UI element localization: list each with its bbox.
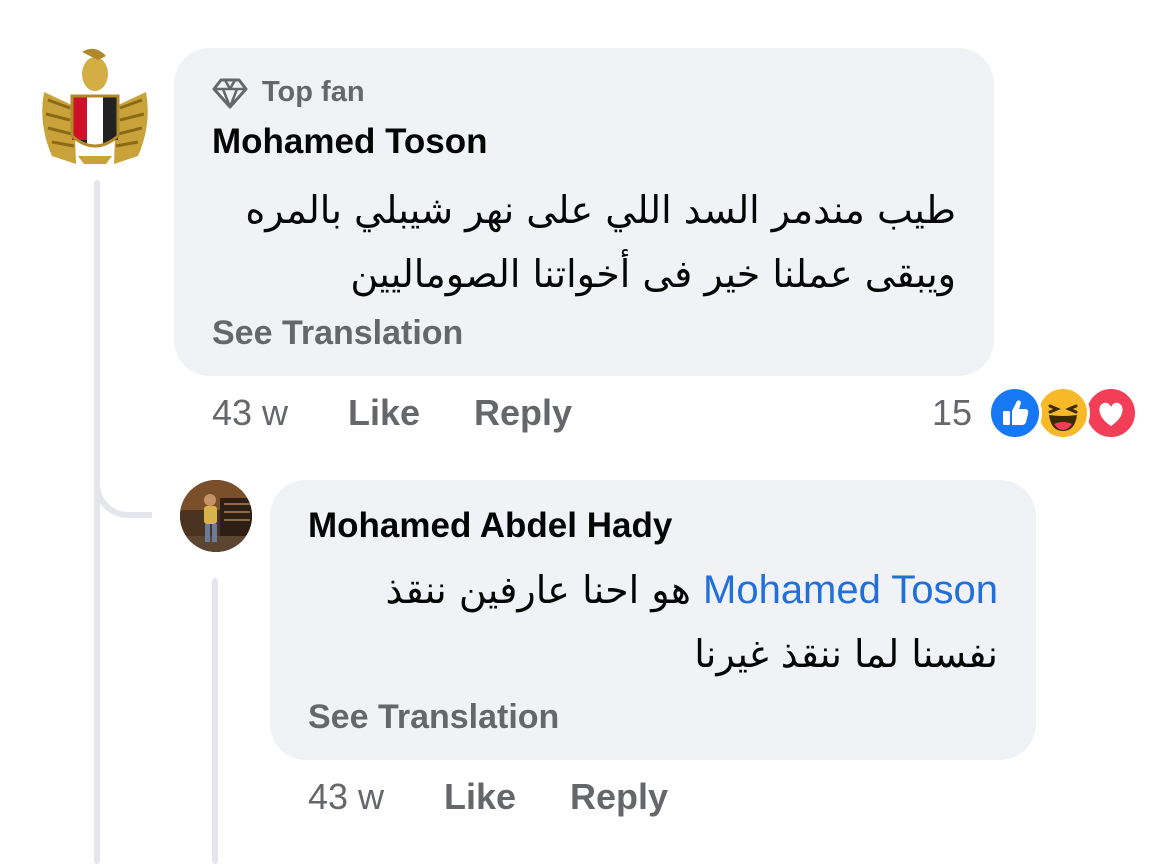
reply-text-fragment: هو احنا عارفين ننقذ [385, 568, 691, 612]
avatar[interactable] [180, 480, 252, 552]
comment-author[interactable]: Mohamed Toson [212, 122, 487, 162]
reply-text-line: Mohamed Toson هو احنا عارفين ننقذ [298, 558, 998, 622]
mention-link[interactable]: Mohamed Toson [703, 568, 998, 612]
reaction-count[interactable]: 15 [932, 392, 972, 434]
reply-text: Mohamed Toson هو احنا عارفين ننقذ نفسنا … [298, 558, 998, 686]
like-button[interactable]: Like [348, 392, 420, 434]
see-translation-link[interactable]: See Translation [212, 314, 463, 353]
see-translation-link[interactable]: See Translation [308, 698, 559, 737]
love-reaction-icon[interactable] [1084, 386, 1138, 440]
reply-timestamp[interactable]: 43 w [308, 776, 384, 818]
reply-thread-line [212, 578, 218, 864]
comment-text-line: ويبقى عملنا خير فى أخواتنا الصوماليين [350, 252, 956, 296]
reply-connector [94, 440, 152, 518]
reply-text-line: نفسنا لما ننقذ غيرنا [694, 632, 998, 676]
top-fan-badge: Top fan [212, 76, 365, 109]
badge-label: Top fan [262, 76, 365, 108]
like-reaction-icon[interactable] [988, 386, 1042, 440]
diamond-icon [212, 78, 248, 108]
haha-reaction-icon[interactable] [1036, 386, 1090, 440]
eagle-emblem-icon [42, 48, 148, 164]
comment-timestamp[interactable]: 43 w [212, 392, 288, 434]
avatar[interactable] [34, 44, 156, 166]
profile-photo-icon [180, 480, 252, 552]
comment-text-line: طيب مندمر السد اللي على نهر شيبلي بالمره [245, 188, 956, 232]
reply-button[interactable]: Reply [474, 392, 572, 434]
reply-author[interactable]: Mohamed Abdel Hady [308, 506, 672, 546]
reply-button[interactable]: Reply [570, 776, 668, 818]
comment-text: طيب مندمر السد اللي على نهر شيبلي بالمره… [196, 178, 956, 306]
like-button[interactable]: Like [444, 776, 516, 818]
thread-line [94, 180, 100, 864]
